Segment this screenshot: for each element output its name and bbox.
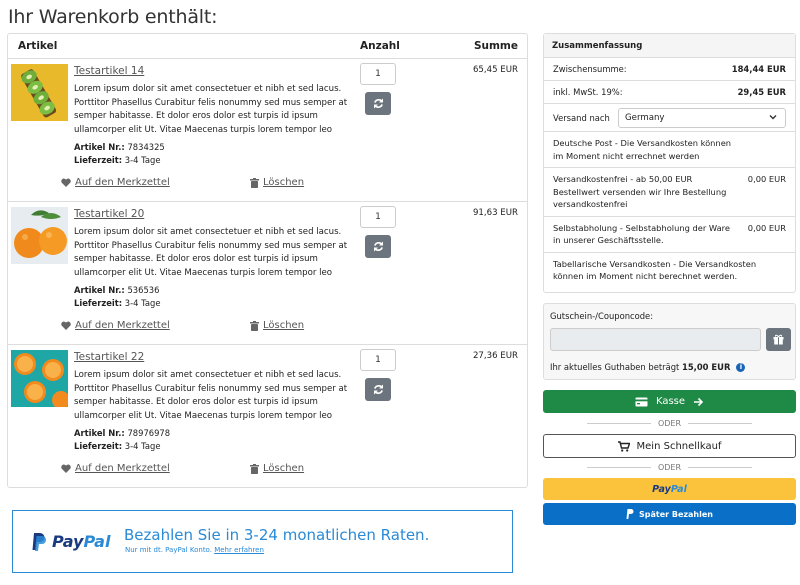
refresh-icon <box>373 384 383 395</box>
heart-icon <box>61 321 71 330</box>
wishlist-link[interactable]: Auf den Merkzettel <box>61 177 170 188</box>
oranges-image[interactable] <box>11 207 68 264</box>
heart-icon <box>61 464 71 473</box>
delete-link[interactable]: Löschen <box>250 177 304 188</box>
paypal-icon <box>626 509 634 519</box>
wishlist-link[interactable]: Auf den Merkzettel <box>61 320 170 331</box>
article-number: Artikel Nr.: 7834325 <box>74 142 165 152</box>
cart-header: Artikel Anzahl Summe <box>8 34 527 59</box>
cart-item: Testartikel 20 Lorem ipsum dolor sit ame… <box>8 202 527 345</box>
voucher-input[interactable] <box>550 328 761 351</box>
delivery-time: Lieferzeit: 3-4 Tage <box>74 298 161 308</box>
item-price: 91,63 EUR <box>472 208 518 218</box>
shipping-row: Versand nach Germany <box>544 104 795 132</box>
shipping-country-select[interactable]: Germany <box>618 108 786 128</box>
article-number: Artikel Nr.: 78976978 <box>74 428 171 438</box>
article-number: Artikel Nr.: 536536 <box>74 285 160 295</box>
shipping-option[interactable]: Deutsche Post - Die Versandkosten können… <box>544 132 795 168</box>
cart-table: Artikel Anzahl Summe Testartikel 14 Lore… <box>7 33 528 488</box>
column-header-article: Artikel <box>18 40 58 52</box>
refresh-quantity-button[interactable] <box>365 235 391 258</box>
paypal-button[interactable]: Pay Pal <box>543 478 796 500</box>
delete-link[interactable]: Löschen <box>250 463 304 474</box>
trash-icon <box>250 463 259 474</box>
info-icon[interactable]: i <box>736 362 746 372</box>
summary-title: Zusammenfassung <box>544 34 795 58</box>
refresh-quantity-button[interactable] <box>365 92 391 115</box>
shipping-option[interactable]: Tabellarische Versandkosten - Die Versan… <box>544 253 795 288</box>
voucher-label: Gutschein-/Couponcode: <box>550 311 654 321</box>
or-divider: ODER <box>543 418 796 429</box>
or-divider: ODER <box>543 462 796 473</box>
quantity-input[interactable]: 1 <box>360 63 396 85</box>
item-description: Lorem ipsum dolor sit amet consectetuer … <box>74 370 348 421</box>
item-name-link[interactable]: Testartikel 20 <box>74 208 144 220</box>
item-description: Lorem ipsum dolor sit amet consectetuer … <box>74 227 348 278</box>
voucher-box: Gutschein-/Couponcode: Ihr aktuelles Gut… <box>543 303 796 380</box>
wishlist-link[interactable]: Auf den Merkzettel <box>61 463 170 474</box>
item-name-link[interactable]: Testartikel 14 <box>74 65 144 77</box>
delivery-time: Lieferzeit: 3-4 Tage <box>74 441 161 451</box>
banner-subtext: Nur mit dt. PayPal Konto. Mehr erfahren <box>125 546 264 554</box>
item-price: 65,45 EUR <box>472 65 518 75</box>
trash-icon <box>250 320 259 331</box>
credit-card-icon <box>635 397 648 406</box>
subtotal-label: Zwischensumme: <box>553 64 627 74</box>
subtotal-value: 184,44 EUR <box>731 64 786 74</box>
cart-item: Testartikel 14 Lorem ipsum dolor sit ame… <box>8 59 527 202</box>
delete-link[interactable]: Löschen <box>250 320 304 331</box>
learn-more-link[interactable]: Mehr erfahren <box>214 546 264 554</box>
quantity-input[interactable]: 1 <box>360 349 396 371</box>
orange-slices-image[interactable] <box>11 350 68 407</box>
paypal-logo: PayPal <box>31 532 110 551</box>
tax-label: inkl. MwSt. 19%: <box>553 87 623 97</box>
heart-icon <box>61 178 71 187</box>
page-title: Ihr Warenkorb enthält: <box>8 6 218 28</box>
redeem-voucher-button[interactable] <box>766 328 791 351</box>
delivery-time: Lieferzeit: 3-4 Tage <box>74 155 161 165</box>
arrow-right-icon <box>694 397 704 406</box>
cart-item: Testartikel 22 Lorem ipsum dolor sit ame… <box>8 345 527 488</box>
pay-later-button[interactable]: Später Bezahlen <box>543 503 796 525</box>
order-summary: Zusammenfassung Zwischensumme: 184,44 EU… <box>543 33 796 293</box>
refresh-icon <box>373 241 383 252</box>
tax-row: inkl. MwSt. 19%: 29,45 EUR <box>544 81 795 104</box>
refresh-quantity-button[interactable] <box>365 378 391 401</box>
chevron-down-icon <box>769 115 777 120</box>
cart-icon <box>617 440 630 452</box>
quick-buy-button[interactable]: Mein Schnellkauf <box>543 434 796 458</box>
paypal-icon <box>32 532 46 551</box>
paypal-installments-banner[interactable]: PayPal Bezahlen Sie in 3-24 monatlichen … <box>12 510 513 573</box>
refresh-icon <box>373 98 383 109</box>
gift-icon <box>773 334 784 345</box>
balance-info: Ihr aktuelles Guthaben beträgt 15,00 EUR… <box>550 362 746 372</box>
item-name-link[interactable]: Testartikel 22 <box>74 351 144 363</box>
column-header-quantity: Anzahl <box>360 40 400 52</box>
kiwi-image[interactable] <box>11 64 68 121</box>
shipping-option[interactable]: Selbstabholung - Selbstabholung der Ware… <box>544 217 795 253</box>
item-description: Lorem ipsum dolor sit amet consectetuer … <box>74 84 348 135</box>
subtotal-row: Zwischensumme: 184,44 EUR <box>544 58 795 81</box>
quantity-input[interactable]: 1 <box>360 206 396 228</box>
trash-icon <box>250 177 259 188</box>
tax-value: 29,45 EUR <box>737 87 786 97</box>
item-price: 27,36 EUR <box>472 351 518 361</box>
banner-headline: Bezahlen Sie in 3-24 monatlichen Raten. <box>124 526 430 544</box>
shipping-option[interactable]: Versandkostenfrei - ab 50,00 EUR Bestell… <box>544 168 795 217</box>
shipping-label: Versand nach <box>553 113 610 123</box>
checkout-button[interactable]: Kasse <box>543 390 796 413</box>
column-header-sum: Summe <box>473 40 518 52</box>
